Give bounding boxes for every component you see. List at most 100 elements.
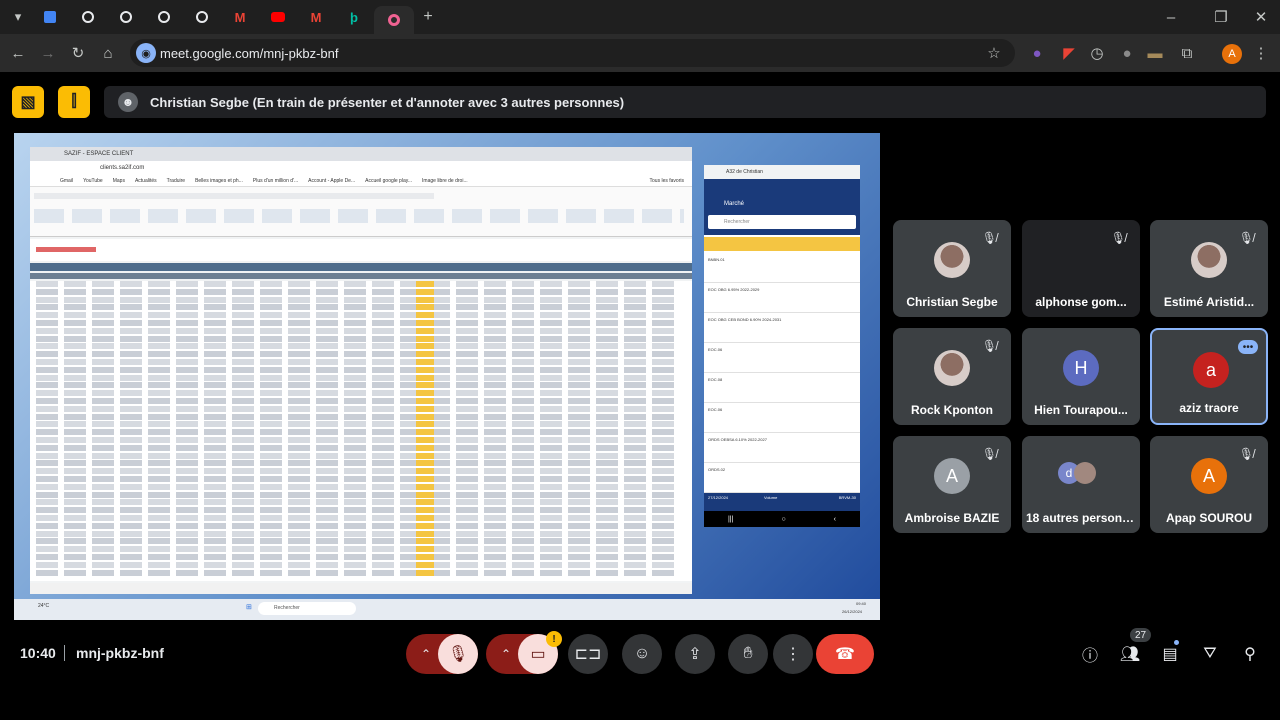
- layout-button[interactable]: ⫿: [58, 86, 90, 118]
- participant-tile[interactable]: 🎙︎̸ Rock Kponton: [893, 328, 1011, 425]
- minimize-icon[interactable]: –: [1162, 8, 1180, 26]
- browser-toolbar: ← → ↻ ⌂ ◉ meet.google.com/mnj-pkbz-bnf ☆…: [0, 34, 1280, 72]
- more-options-button[interactable]: ⋮: [773, 634, 813, 674]
- bookmark-item: Belles images et ph...: [195, 178, 243, 184]
- star-icon[interactable]: ☆: [985, 44, 1003, 62]
- status-badge: [416, 288, 434, 295]
- table-row: [36, 476, 678, 482]
- tab-favicon-3[interactable]: [112, 6, 140, 28]
- tab-favicon-4[interactable]: [150, 6, 178, 28]
- tab-favicon-gmail-2[interactable]: M: [302, 6, 330, 28]
- participant-name: Ambroise BAZIE: [904, 511, 1000, 525]
- shared-bookmarks-bar: Gmail YouTube Maps Actualités Traduire Belles…: [30, 175, 692, 187]
- phone-index: BRVM-30: [838, 495, 856, 500]
- table-row: [36, 444, 678, 451]
- tab-favicon-5[interactable]: [188, 6, 216, 28]
- forward-icon[interactable]: →: [38, 43, 58, 63]
- participant-tile[interactable]: A 🎙︎̸ Apap SOUROU: [1150, 436, 1268, 533]
- participant-tile[interactable]: a ••• aziz traore: [1150, 328, 1268, 425]
- gmail-icon: M: [234, 9, 246, 25]
- participant-tile[interactable]: A 🎙︎̸ Ambroise BAZIE: [893, 436, 1011, 533]
- phone-list-item: EOC OBG CEB BOND 6.90% 2024-2031: [704, 313, 860, 343]
- participant-tile[interactable]: 🎙︎̸ Christian Segbe: [893, 220, 1011, 317]
- phone-header-title: Marché: [724, 201, 745, 207]
- mic-off-icon: 🎙︎̸: [981, 231, 997, 245]
- captions-button[interactable]: ⊏⊐: [568, 634, 608, 674]
- people-icon[interactable]: 👥︎: [1118, 642, 1142, 666]
- participant-tile[interactable]: H Hien Tourapou...: [1022, 328, 1140, 425]
- leave-call-button[interactable]: ☎︎: [816, 634, 874, 674]
- hide-presentation-button[interactable]: ▧: [12, 86, 44, 118]
- participant-tile[interactable]: 🎙︎̸ Estimé Aristid...: [1150, 220, 1268, 317]
- maximize-icon[interactable]: ❐: [1212, 8, 1230, 26]
- tab-favicon-1[interactable]: [36, 6, 64, 28]
- status-badge: [416, 554, 434, 560]
- bookmark-item: Account - Apple De...: [308, 178, 356, 184]
- mic-off-button[interactable]: 🎙︎: [438, 634, 478, 674]
- status-badge: [416, 468, 434, 475]
- kebab-menu-icon[interactable]: ⋮: [1252, 44, 1270, 62]
- extension-icon-1[interactable]: ●: [1028, 44, 1046, 62]
- tab-favicon-youtube[interactable]: [264, 6, 292, 28]
- mic-off-icon: 🎙︎̸: [1110, 231, 1126, 245]
- clock-icon[interactable]: ◷: [1088, 44, 1106, 62]
- table-row: [36, 320, 678, 326]
- reload-icon[interactable]: ↻: [68, 43, 88, 63]
- status-badge: [416, 312, 434, 319]
- new-tab-button[interactable]: +: [414, 6, 442, 28]
- puzzle-icon[interactable]: ⧉: [1178, 44, 1196, 62]
- table-row: [36, 507, 678, 514]
- tab-favicon-2[interactable]: [74, 6, 102, 28]
- tab-active-meet[interactable]: [374, 6, 414, 34]
- tab-favicon-gmail[interactable]: M: [226, 6, 254, 28]
- raise-hand-button[interactable]: ✋︎: [728, 634, 768, 674]
- chat-icon[interactable]: ▤: [1158, 642, 1182, 666]
- status-badge: [416, 374, 434, 381]
- close-icon[interactable]: ✕: [1252, 8, 1270, 26]
- table-row: [36, 366, 678, 373]
- profile-avatar[interactable]: A: [1222, 44, 1242, 64]
- extension-icon-4[interactable]: ▬: [1146, 44, 1164, 62]
- activities-icon[interactable]: ⛛: [1198, 642, 1222, 666]
- bookmark-item: Accueil google play...: [365, 178, 413, 184]
- divider: [64, 645, 65, 661]
- windows-start-icon: ⊞: [246, 604, 252, 611]
- tab-search-dropdown[interactable]: ▾: [4, 6, 32, 28]
- meeting-info-icon[interactable]: ⓘ: [1078, 642, 1102, 666]
- tab-favicon-app[interactable]: ϸ: [340, 6, 368, 28]
- present-button[interactable]: ⇪: [675, 634, 715, 674]
- table-row: [36, 359, 678, 365]
- stock-table: [30, 281, 692, 581]
- mic-off-icon: 🎙︎̸: [1238, 231, 1254, 245]
- extension-icon-2[interactable]: ◤: [1060, 44, 1078, 62]
- back-chevron-icon: ‹: [833, 515, 836, 523]
- hand-icon: ✋︎: [743, 645, 753, 662]
- status-badge: [416, 522, 434, 529]
- table-row: [36, 405, 678, 412]
- status-badge: [416, 320, 434, 326]
- participant-tile[interactable]: 🎙︎̸ alphonse gom...: [1022, 220, 1140, 317]
- phone-mirror-window: A32 de Christian Marché Rechercher BNBN.…: [704, 165, 860, 527]
- home-icon[interactable]: ⌂: [98, 43, 118, 63]
- status-badge: [416, 452, 434, 459]
- status-badge: [416, 546, 434, 553]
- bookmark-item: Plus d'un million d'...: [252, 178, 299, 184]
- emoji-icon: ☺: [633, 645, 651, 662]
- host-controls-icon[interactable]: ⚲: [1238, 642, 1262, 666]
- participant-tile[interactable]: d 18 autres personnes: [1022, 436, 1140, 533]
- phone-list-item: EOC.06: [704, 403, 860, 433]
- extension-icon-3[interactable]: ●: [1118, 44, 1136, 62]
- status-badge: [416, 359, 434, 365]
- windows-taskbar: 24°C ⊞ Rechercher 09:40 26/12/2024: [14, 599, 880, 620]
- status-badge: [416, 296, 434, 303]
- pin-icon: ⫿: [71, 93, 77, 110]
- reactions-button[interactable]: ☺: [622, 634, 662, 674]
- taskbar-time: 09:40: [856, 601, 867, 606]
- back-icon[interactable]: ←: [8, 43, 28, 63]
- participant-avatar: H: [1063, 350, 1099, 386]
- status-badge: [416, 507, 434, 514]
- phone-window-title: A32 de Christian: [704, 165, 860, 179]
- site-info-icon[interactable]: ◉: [136, 43, 156, 63]
- address-bar[interactable]: ◉ meet.google.com/mnj-pkbz-bnf ☆: [130, 39, 1015, 67]
- status-badge: [416, 569, 434, 576]
